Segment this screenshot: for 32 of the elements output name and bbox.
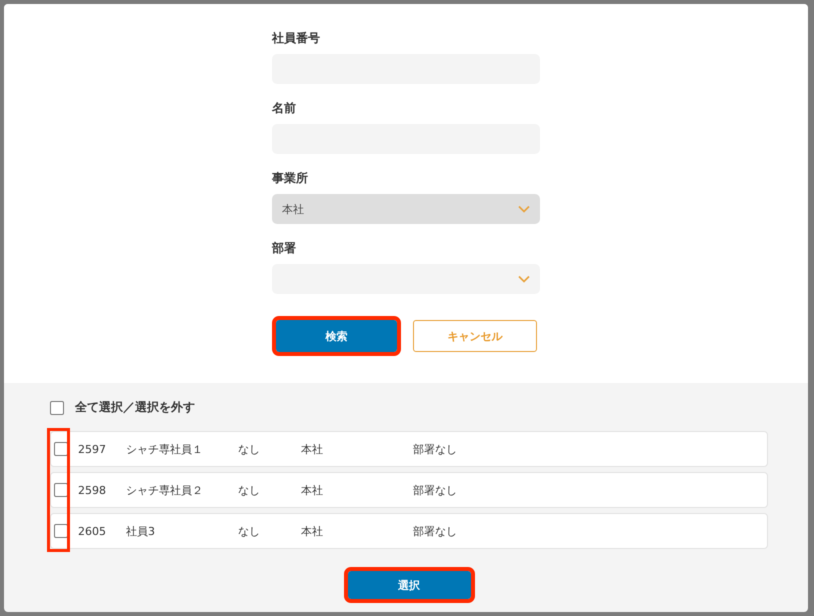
table-cell-text: 本社 bbox=[301, 482, 324, 498]
chevron-down-icon bbox=[518, 205, 530, 213]
table-cell-text: 社員3 bbox=[126, 524, 156, 538]
result-row[interactable]: 2605 社員3 なし 本社 部署なし bbox=[50, 513, 768, 549]
table-cell-text: なし bbox=[238, 442, 261, 456]
table-cell-text: なし bbox=[238, 482, 261, 498]
select-all-label: 全て選択／選択を外す bbox=[75, 399, 195, 416]
table-cell-text: なし bbox=[238, 524, 261, 538]
search-button[interactable]: 検索 bbox=[276, 320, 397, 352]
table-cell-text: 2605 bbox=[78, 524, 107, 538]
result-row[interactable]: 2598 シャチ専社員２ なし 本社 部署なし bbox=[50, 472, 768, 508]
checkbox[interactable] bbox=[50, 400, 64, 414]
field-label: 社員番号 bbox=[272, 30, 320, 46]
field-label: 名前 bbox=[272, 100, 296, 116]
field-label: 事業所 bbox=[272, 170, 308, 186]
table-cell-text: 2598 bbox=[78, 484, 107, 496]
result-row[interactable]: 2597 シャチ専社員１ なし 本社 部署なし bbox=[50, 431, 768, 467]
field-label: 部署 bbox=[272, 240, 296, 256]
checkbox[interactable] bbox=[54, 442, 68, 456]
select-button[interactable]: 選択 bbox=[348, 571, 470, 599]
table-cell-text: シャチ専社員１ bbox=[126, 442, 204, 456]
checkbox[interactable] bbox=[54, 524, 68, 538]
select-field[interactable] bbox=[272, 264, 540, 294]
table-cell-text: 部署なし bbox=[413, 442, 458, 456]
table-cell-text: 部署なし bbox=[413, 482, 458, 498]
table-cell-text: 2597 bbox=[78, 442, 107, 456]
checkbox[interactable] bbox=[54, 483, 68, 497]
chevron-down-icon bbox=[518, 275, 530, 283]
table-cell-text: シャチ専社員２ bbox=[126, 482, 204, 498]
table-cell-text: 部署なし bbox=[413, 524, 458, 538]
table-cell-text: 本社 bbox=[301, 524, 324, 538]
table-cell-text: 本社 bbox=[301, 442, 324, 456]
